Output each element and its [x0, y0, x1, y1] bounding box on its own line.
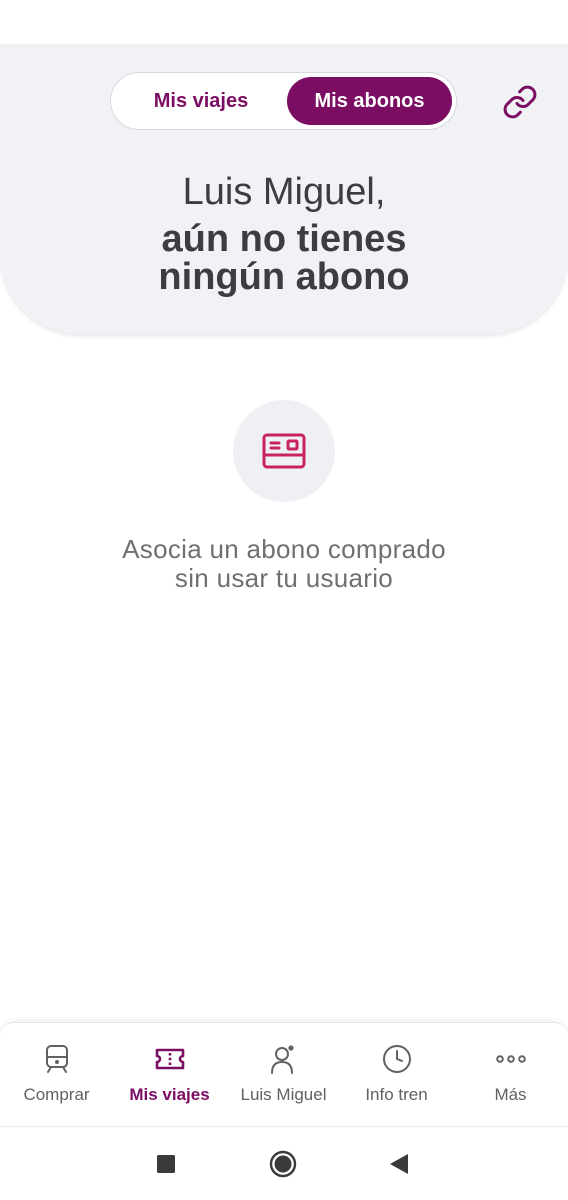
- nav-label-info-tren: Info tren: [365, 1085, 428, 1104]
- back-triangle-icon: [390, 1154, 408, 1174]
- status-bar: [0, 0, 568, 44]
- user-icon: [270, 1045, 294, 1074]
- nav-item-mas[interactable]: Más: [454, 1023, 567, 1127]
- nav-label-luis-miguel: Luis Miguel: [240, 1085, 327, 1104]
- trips-passes-toggle: Mis viajes Mis abonos: [110, 72, 457, 130]
- tab-mis-viajes[interactable]: Mis viajes: [117, 77, 285, 125]
- link-icon: [503, 85, 537, 119]
- associate-pass-message: Asocia un abono comprado sin usar tu usu…: [40, 535, 528, 593]
- square-icon: [157, 1155, 175, 1173]
- back-button[interactable]: [384, 1149, 414, 1179]
- recents-button[interactable]: [151, 1149, 181, 1179]
- tab-mis-abonos[interactable]: Mis abonos: [287, 77, 452, 125]
- pass-card-illustration: [233, 400, 335, 502]
- nav-item-luis-miguel[interactable]: Luis Miguel: [227, 1023, 340, 1127]
- nav-item-comprar[interactable]: Comprar: [0, 1023, 113, 1127]
- bottom-navigation: Comprar Mis viajes Luis Miguel Info tren…: [0, 1022, 568, 1126]
- clock-icon: [382, 1045, 411, 1073]
- headline-line-1: aún no tienes: [161, 218, 407, 260]
- headline-line-2: ningún abono: [158, 256, 410, 298]
- greeting-name: Luis Miguel,: [182, 171, 386, 213]
- nav-label-comprar: Comprar: [23, 1085, 90, 1104]
- nav-item-mis-viajes[interactable]: Mis viajes: [113, 1023, 226, 1127]
- ticket-icon: [155, 1048, 184, 1070]
- home-button[interactable]: [268, 1149, 298, 1179]
- header-card: Mis viajes Mis abonos Luis Miguel, aún n…: [0, 44, 568, 334]
- train-icon: [45, 1045, 68, 1073]
- app-screen: Mis viajes Mis abonos Luis Miguel, aún n…: [0, 0, 568, 1200]
- nav-label-mis-viajes: Mis viajes: [129, 1085, 210, 1104]
- circle-icon: [269, 1150, 297, 1178]
- link-pass-button[interactable]: [502, 84, 538, 120]
- no-passes-headline: aún no tienes ningún abono: [0, 220, 568, 296]
- pass-card-icon: [262, 433, 306, 469]
- associate-line-2: sin usar tu usuario: [174, 563, 394, 593]
- more-icon: [495, 1055, 526, 1063]
- nav-item-info-tren[interactable]: Info tren: [340, 1023, 453, 1127]
- associate-line-1: Asocia un abono comprado: [122, 534, 446, 564]
- nav-label-mas: Más: [494, 1085, 527, 1104]
- system-navigation-bar: [0, 1126, 568, 1200]
